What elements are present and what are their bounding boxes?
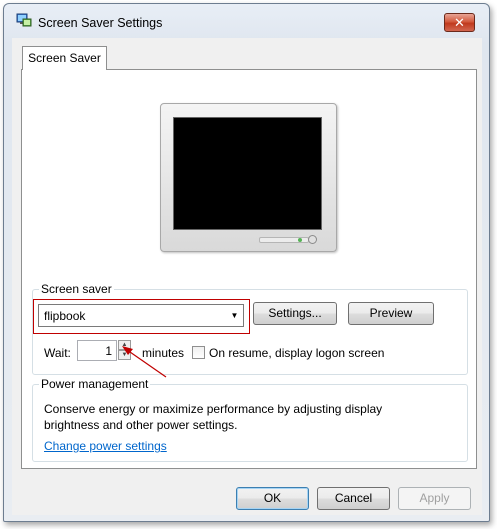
screen-saver-group: Screen saver flipbook ▼ Settings... Prev… — [32, 282, 468, 375]
close-button[interactable]: ✕ — [444, 13, 475, 32]
annotation-highlight-box — [33, 299, 250, 334]
close-icon: ✕ — [454, 15, 465, 30]
screen-saver-tab-panel: Screen saver flipbook ▼ Settings... Prev… — [21, 69, 477, 469]
wait-minutes-stepper[interactable]: ▲ ▼ — [118, 340, 131, 361]
power-management-description: Conserve energy or maximize performance … — [44, 402, 383, 432]
stepper-down-icon[interactable]: ▼ — [118, 350, 131, 360]
on-resume-label[interactable]: On resume, display logon screen — [209, 346, 384, 360]
dialog-client-area: Screen Saver Screen saver flipbook ▼ Set… — [12, 38, 482, 515]
wait-label: Wait: — [44, 346, 71, 360]
preview-button[interactable]: Preview — [348, 302, 434, 325]
minutes-label: minutes — [142, 346, 185, 360]
ok-button[interactable]: OK — [236, 487, 309, 510]
screen-saver-group-label: Screen saver — [39, 282, 114, 296]
wait-minutes-input[interactable]: 1 — [77, 340, 117, 361]
change-power-settings-link[interactable]: Change power settings — [44, 439, 167, 453]
wait-minutes-value: 1 — [105, 344, 112, 358]
monitor-power-icon — [308, 235, 317, 244]
power-management-group-label: Power management — [39, 377, 151, 391]
tab-screen-saver[interactable]: Screen Saver — [22, 46, 107, 70]
cancel-button[interactable]: Cancel — [317, 487, 390, 510]
on-resume-checkbox[interactable] — [192, 346, 205, 359]
power-management-group: Power management Conserve energy or maxi… — [32, 377, 468, 462]
stepper-up-icon[interactable]: ▲ — [118, 340, 131, 350]
settings-button[interactable]: Settings... — [253, 302, 337, 325]
display-settings-icon — [16, 13, 32, 27]
screen-saver-settings-window: Screen Saver Settings ✕ Screen Saver Scr… — [3, 3, 490, 522]
title-bar[interactable]: Screen Saver Settings ✕ — [4, 4, 489, 38]
monitor-led-icon — [298, 238, 302, 242]
monitor-preview — [160, 103, 337, 252]
window-title: Screen Saver Settings — [38, 16, 163, 30]
monitor-preview-screen — [173, 117, 322, 230]
apply-button: Apply — [398, 487, 471, 510]
